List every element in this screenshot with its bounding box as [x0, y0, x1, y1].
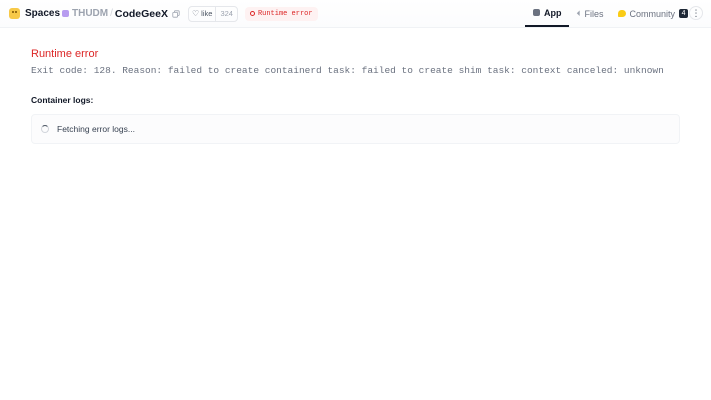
- repo-name-link[interactable]: CodeGeeX: [115, 8, 168, 20]
- status-label: Runtime error: [257, 9, 313, 18]
- copy-icon[interactable]: [172, 9, 180, 18]
- error-title: Runtime error: [31, 48, 99, 60]
- brand-link[interactable]: Spaces: [9, 0, 60, 27]
- error-status-icon: [249, 11, 255, 16]
- spaces-logo-icon: [9, 8, 20, 19]
- loading-spinner-icon: [41, 125, 49, 133]
- space-tabs: App ⏴ Files Community 4: [525, 0, 689, 27]
- container-logs-panel: Fetching error logs...: [31, 114, 680, 144]
- tab-files-label: Files: [584, 8, 604, 19]
- logs-status-text: Fetching error logs...: [57, 124, 135, 134]
- app-icon: [533, 9, 540, 16]
- repo-breadcrumb: THUDM / CodeGeeX ♡ like 324 Runtime erro…: [62, 0, 318, 27]
- more-options-button[interactable]: ⋮: [689, 6, 703, 20]
- status-badge: Runtime error: [244, 6, 318, 21]
- like-label: like: [201, 8, 213, 18]
- org-avatar-icon: [62, 10, 69, 17]
- tab-files[interactable]: ⏴ Files: [577, 0, 604, 27]
- like-button[interactable]: ♡ like 324: [188, 5, 238, 22]
- community-count-badge: 4: [679, 9, 689, 18]
- tab-app[interactable]: App: [525, 0, 569, 27]
- like-count: 324: [215, 6, 237, 21]
- breadcrumb-separator: /: [110, 8, 113, 19]
- top-header: Spaces THUDM / CodeGeeX ♡ like 324 Runti…: [0, 0, 711, 28]
- community-icon: [617, 10, 626, 17]
- tab-community-label: Community: [629, 8, 676, 19]
- container-logs-label: Container logs:: [31, 95, 94, 105]
- error-message: Exit code: 128. Reason: failed to create…: [31, 65, 664, 76]
- tab-app-label: App: [544, 7, 562, 18]
- heart-icon: ♡: [192, 9, 200, 18]
- tab-community[interactable]: Community 4: [617, 0, 689, 27]
- more-options-icon: ⋮: [691, 7, 701, 18]
- org-link[interactable]: THUDM: [72, 8, 108, 19]
- brand-label: Spaces: [25, 8, 61, 19]
- files-icon: ⏴: [576, 8, 581, 18]
